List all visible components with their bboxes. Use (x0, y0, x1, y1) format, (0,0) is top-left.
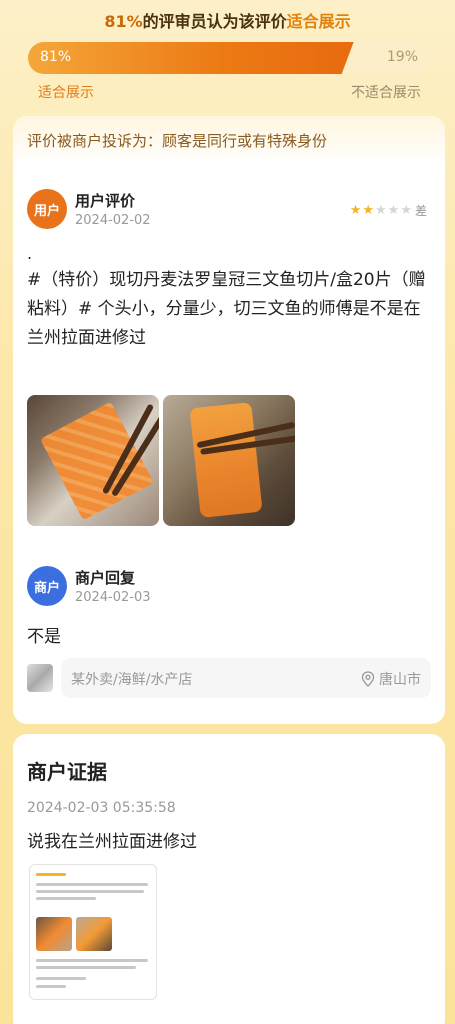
review-photo[interactable] (163, 395, 295, 526)
star-icon: ★ (375, 203, 387, 218)
unsuitable-label: 不适合展示 (351, 85, 421, 101)
header-highlight: 适合展示 (286, 12, 351, 31)
reply-date: 2024-02-03 (75, 590, 151, 605)
user-avatar: 用户 (27, 189, 67, 229)
review-dot: . (27, 244, 33, 263)
store-thumbnail (27, 664, 53, 692)
evidence-text: 说我在兰州拉面进修过 (27, 832, 197, 852)
review-text: #（特价）现切丹麦法罗皇冠三文鱼切片/盒20片（赠粘料）# 个头小，分量少，切三… (27, 270, 426, 348)
store-category: 某外卖/海鲜/水产店 (71, 672, 193, 688)
header-text: 的评审员认为该评价 (142, 12, 287, 31)
store-city: 唐山市 (379, 672, 421, 688)
star-icon: ★ (400, 203, 412, 218)
evidence-card: 商户证据 2024-02-03 05:35:58 说我在兰州拉面进修过 (13, 734, 445, 1024)
star-rating: ★ ★ ★ ★ ★ 差 (350, 202, 427, 219)
location-pin-icon (361, 671, 375, 687)
star-icon: ★ (362, 203, 375, 218)
suitable-percent: 81% (40, 49, 72, 65)
review-card: 评价被商户投诉为：顾客是同行或有特殊身份 用户 用户评价 2024-02-02 … (13, 116, 445, 724)
review-photo[interactable] (27, 395, 159, 526)
store-info[interactable]: 某外卖/海鲜/水产店 唐山市 (27, 658, 431, 698)
unsuitable-percent: 19% (386, 49, 418, 65)
star-icon: ★ (387, 203, 400, 218)
star-icon: ★ (349, 203, 362, 218)
store-pill[interactable]: 某外卖/海鲜/水产店 唐山市 (61, 658, 431, 698)
evidence-timestamp: 2024-02-03 05:35:58 (27, 800, 176, 816)
complaint-reason: 评价被商户投诉为：顾客是同行或有特殊身份 (13, 116, 445, 168)
suitable-label: 适合展示 (38, 85, 94, 101)
merchant-avatar: 商户 (27, 566, 67, 606)
vote-progress-bar: 81% 19% (28, 42, 430, 74)
merchant-reply-text: 不是 (27, 627, 61, 647)
merchant-reply-title: 商户回复 (75, 569, 136, 587)
header-title: 81%的评审员认为该评价适合展示 (0, 8, 455, 32)
reviewer-name: 用户评价 (75, 192, 136, 210)
store-location: 唐山市 (361, 669, 421, 689)
header-percent: 81% (104, 12, 143, 31)
evidence-title: 商户证据 (27, 760, 107, 784)
evidence-screenshot[interactable] (29, 864, 157, 1000)
vote-progress-fill (28, 42, 354, 74)
rating-label: 差 (414, 204, 427, 218)
review-date: 2024-02-02 (75, 213, 151, 228)
